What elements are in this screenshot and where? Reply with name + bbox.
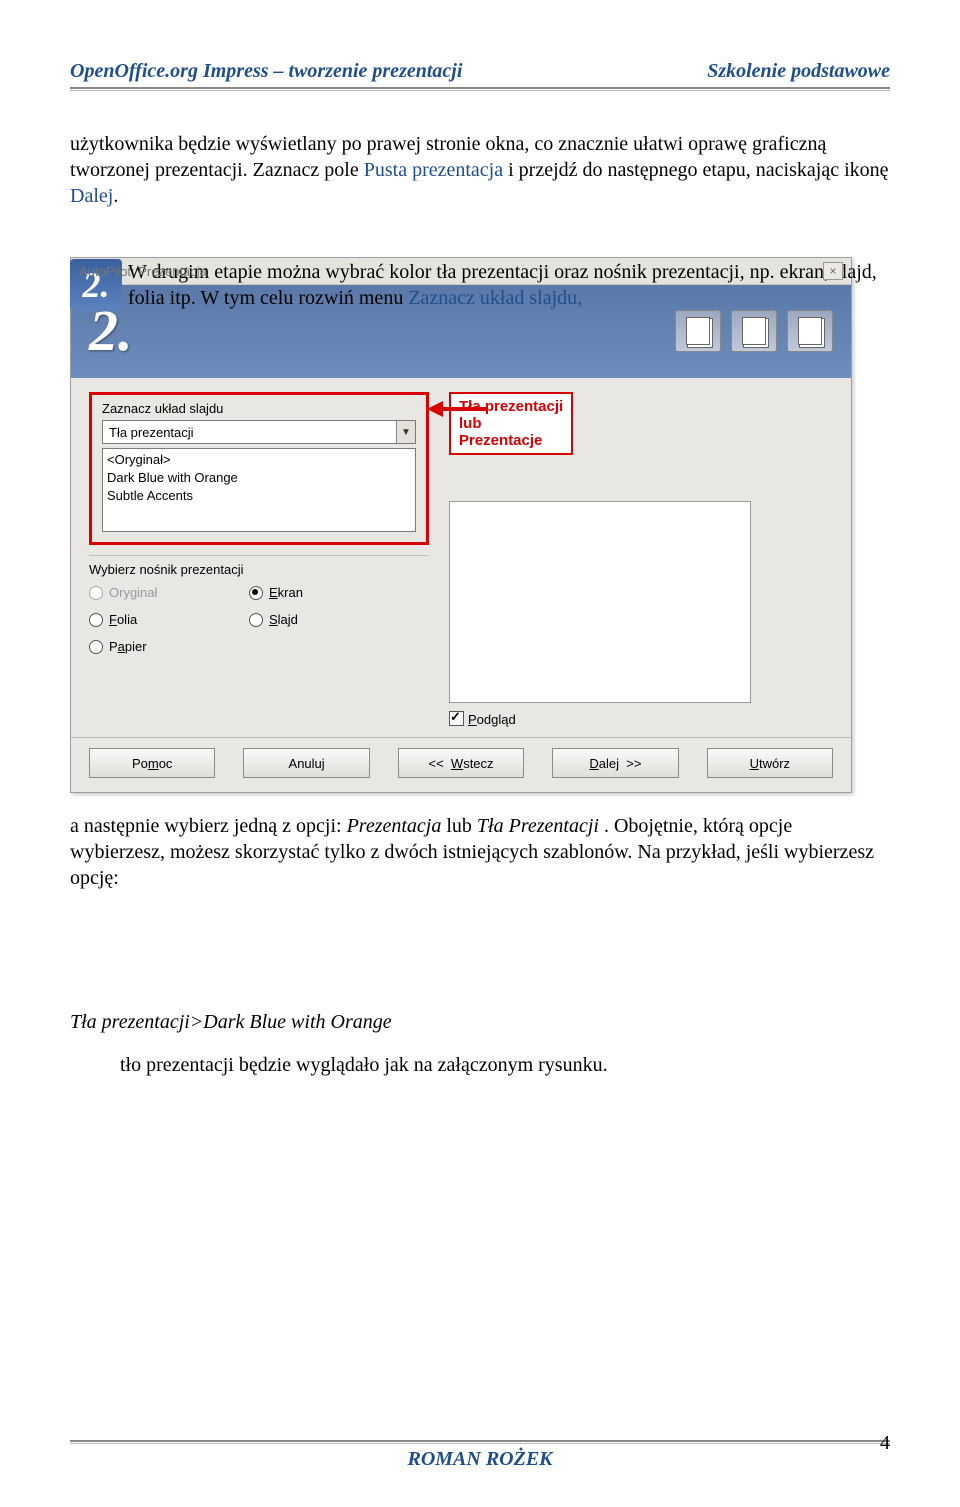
layout-listbox[interactable]: <Oryginał> Dark Blue with Orange Subtle …	[102, 448, 416, 532]
dialog-title: AutoPilot: Prezentacja	[79, 264, 207, 279]
paragraph-2: a następnie wybierz jedną z opcji: Preze…	[70, 813, 890, 891]
header-left: OpenOffice.org Impress – tworzenie preze…	[70, 60, 462, 83]
radio-oryginal[interactable]: Oryginał	[89, 585, 249, 600]
preview-area	[449, 501, 751, 703]
list-item[interactable]: Subtle Accents	[107, 487, 411, 505]
autopilot-dialog: AutoPilot: Prezentacja × 2. Zaznacz ukła…	[70, 257, 852, 793]
preview-checkbox[interactable]: Podgląd	[449, 711, 833, 727]
preset-icon[interactable]	[731, 310, 777, 352]
layout-group-highlight: Zaznacz układ slajdu Tła prezentacji ▼ <…	[89, 392, 429, 545]
link-pusta-prezentacja: Pusta prezentacja	[364, 159, 503, 181]
header-rule	[70, 90, 890, 91]
back-button[interactable]: << Wstecz	[398, 748, 524, 778]
next-button[interactable]: Dalej >>	[552, 748, 678, 778]
radio-folia[interactable]: Folia	[89, 612, 249, 627]
banner-preset-icons	[675, 310, 833, 352]
list-item[interactable]: Dark Blue with Orange	[107, 469, 411, 487]
link-dalej: Dalej	[70, 185, 113, 207]
link-zaznacz-uklad: Zaznacz układ slajdu,	[408, 287, 582, 309]
radio-papier[interactable]: Papier	[89, 639, 249, 654]
example-path: Tła prezentacji>Dark Blue with Orange	[70, 1011, 890, 1034]
checkbox-icon[interactable]	[449, 711, 464, 726]
chevron-down-icon[interactable]: ▼	[396, 421, 415, 443]
paragraph-1: użytkownika będzie wyświetlany po prawej…	[70, 131, 890, 209]
page-footer: ROMAN ROŻEK 4	[70, 1440, 890, 1471]
layout-combo[interactable]: Tła prezentacji ▼	[102, 420, 416, 444]
preset-icon[interactable]	[675, 310, 721, 352]
medium-group-label: Wybierz nośnik prezentacji	[89, 555, 429, 577]
radio-ekran[interactable]: Ekran	[249, 585, 409, 600]
banner-step-number: 2.	[89, 297, 133, 364]
close-icon[interactable]: ×	[823, 262, 843, 280]
radio-slajd[interactable]: Slajd	[249, 612, 409, 627]
annotation-arrow-icon	[427, 402, 487, 416]
preset-icon[interactable]	[787, 310, 833, 352]
layout-group-label: Zaznacz układ slajdu	[102, 401, 416, 416]
footer-author: ROMAN ROŻEK	[407, 1448, 552, 1471]
page-header: OpenOffice.org Impress – tworzenie preze…	[70, 60, 890, 89]
example-result: tło prezentacji będzie wyglądało jak na …	[120, 1054, 890, 1077]
header-right: Szkolenie podstawowe	[707, 60, 890, 83]
page-number: 4	[880, 1432, 890, 1455]
list-item[interactable]: <Oryginał>	[107, 451, 411, 469]
cancel-button[interactable]: Anuluj	[243, 748, 369, 778]
help-button[interactable]: Pomoc	[89, 748, 215, 778]
layout-combo-value: Tła prezentacji	[103, 425, 396, 440]
create-button[interactable]: Utwórz	[707, 748, 833, 778]
dialog-button-row: Pomoc Anuluj << Wstecz Dalej >> Utwórz	[71, 737, 851, 792]
